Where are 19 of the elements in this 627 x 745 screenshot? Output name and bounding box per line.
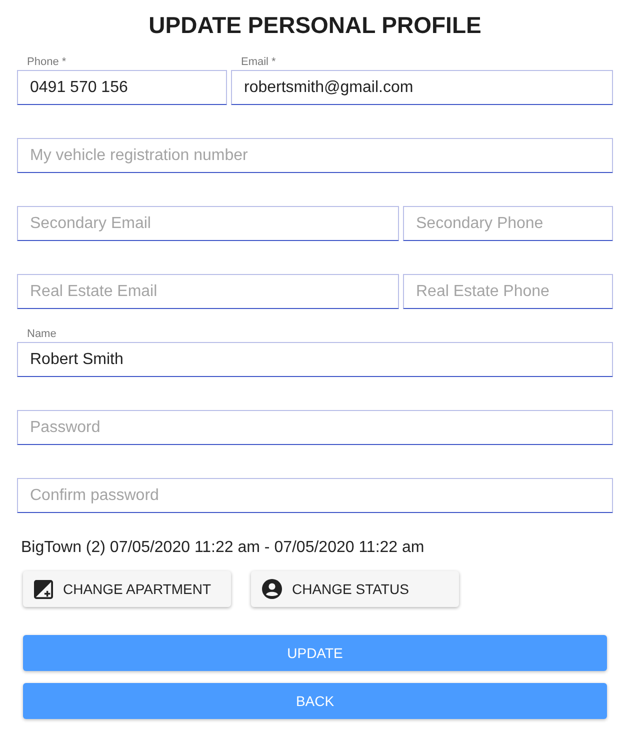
input-field[interactable]: Secondary Phone [403,206,613,241]
field-label: Name [27,328,56,341]
change-button[interactable]: CHANGE APARTMENT [23,571,231,607]
input-field[interactable]: Confirm password [17,478,613,513]
input-field[interactable]: Robert Smith [17,342,613,377]
input-field[interactable]: Real Estate Phone [403,274,613,309]
field-label: Phone * [27,56,66,69]
square-icon [34,580,53,598]
input-field[interactable]: robertsmith@gmail.com [231,70,613,105]
input-field[interactable]: My vehicle registration number [17,138,613,173]
account-icon [262,579,282,599]
input-field[interactable]: Password [17,410,613,445]
input-field[interactable]: Secondary Email [17,206,399,241]
page-title: UPDATE PERSONAL PROFILE [148,14,482,37]
field-label: Email * [241,56,276,69]
booking-info: BigTown (2) 07/05/2020 11:22 am - 07/05/2020 11:22 am [21,539,424,557]
input-field[interactable]: 0491 570 156 [17,70,227,105]
change-button[interactable]: CHANGE STATUS [251,571,459,607]
input-field[interactable]: Real Estate Email [17,274,399,309]
